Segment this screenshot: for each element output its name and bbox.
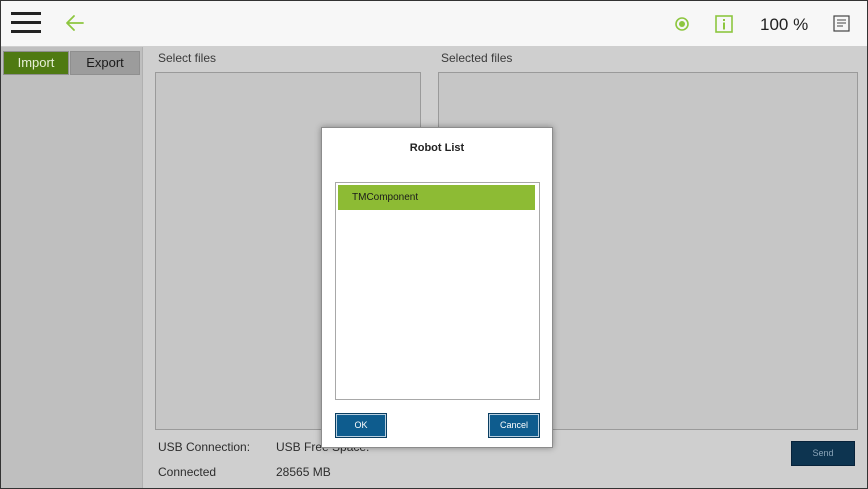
cancel-button[interactable]: Cancel	[488, 413, 540, 438]
top-bar: 100 %	[1, 1, 867, 47]
ok-button[interactable]: OK	[335, 413, 387, 438]
connection-status: Connected	[158, 465, 217, 479]
back-arrow-icon[interactable]	[63, 11, 87, 35]
app-window: 100 % Import Export Select files Selecte…	[0, 0, 868, 489]
selected-files-label: Selected files	[441, 51, 513, 65]
select-files-label: Select files	[158, 51, 217, 65]
info-icon[interactable]	[715, 15, 733, 33]
status-target-icon	[675, 17, 689, 31]
dialog-title: Robot List	[409, 142, 465, 154]
panel-icon[interactable]	[833, 15, 850, 32]
robot-list[interactable]: TMComponent	[335, 182, 540, 400]
robot-list-item[interactable]: TMComponent	[338, 185, 535, 210]
zoom-level: 100 %	[760, 15, 809, 34]
usb-connection-label: USB Connection:	[158, 440, 251, 454]
tab-export[interactable]: Export	[70, 51, 140, 75]
free-space-value: 28565 MB	[276, 465, 331, 479]
menu-icon[interactable]	[11, 12, 41, 34]
robot-list-dialog: Robot List TMComponent OK Cancel	[321, 127, 553, 448]
tab-import[interactable]: Import	[3, 51, 69, 75]
send-button[interactable]: Send	[791, 441, 855, 466]
sidebar: Import Export	[1, 47, 143, 488]
